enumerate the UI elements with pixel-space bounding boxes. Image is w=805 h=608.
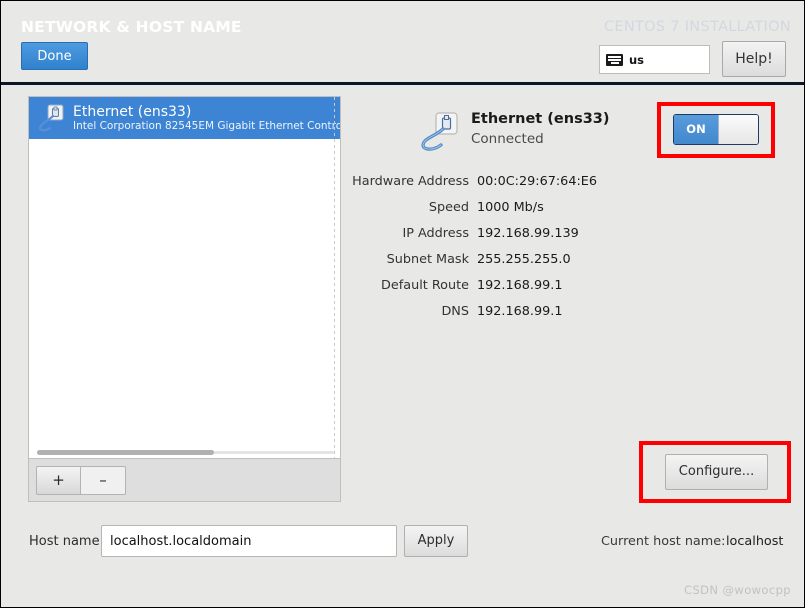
device-list[interactable]: Ethernet (ens33) Intel Corporation 82545… [28, 96, 341, 459]
network-power-toggle[interactable]: ON [673, 114, 759, 145]
detail-label: Subnet Mask [386, 252, 469, 267]
detail-value: 1000 Mb/s [477, 200, 544, 215]
detail-label: Speed [428, 200, 469, 215]
ethernet-icon [419, 111, 463, 155]
detail-row-dns: DNS 192.168.99.1 [351, 304, 651, 330]
detail-label: DNS [441, 304, 469, 319]
toggle-knob[interactable] [718, 115, 758, 144]
detail-label: IP Address [402, 226, 469, 241]
detail-row-speed: Speed 1000 Mb/s [351, 200, 651, 226]
detail-row-subnet-mask: Subnet Mask 255.255.255.0 [351, 252, 651, 278]
list-item-text: Ethernet (ens33) Intel Corporation 82545… [73, 104, 340, 133]
list-item[interactable]: Ethernet (ens33) Intel Corporation 82545… [29, 97, 340, 139]
current-hostname-value: localhost [726, 534, 784, 549]
keyboard-layout-indicator[interactable]: us [599, 45, 710, 74]
keyboard-layout-label: us [629, 52, 645, 67]
done-button[interactable]: Done [21, 42, 88, 70]
detail-value: 192.168.99.1 [477, 278, 563, 293]
detail-value: 192.168.99.139 [477, 226, 579, 241]
detail-row-default-route: Default Route 192.168.99.1 [351, 278, 651, 304]
apply-button[interactable]: Apply [404, 525, 468, 557]
help-button[interactable]: Help! [722, 41, 786, 77]
device-list-toolbar: + – [28, 459, 341, 502]
detail-label: Hardware Address [352, 174, 469, 189]
detail-row-hardware-address: Hardware Address 00:0C:29:67:64:E6 [351, 174, 651, 200]
detail-value: 255.255.255.0 [477, 252, 571, 267]
add-device-button[interactable]: + [36, 466, 81, 495]
device-description: Intel Corporation 82545EM Gigabit Ethern… [73, 119, 340, 132]
toggle-state-label: ON [674, 115, 718, 144]
detail-device-title: Ethernet (ens33) [471, 111, 610, 127]
header-bar: NETWORK & HOST NAME Done CENTOS 7 INSTAL… [1, 1, 804, 85]
detail-value: 192.168.99.1 [477, 304, 563, 319]
watermark: CSDN @wowocpp [684, 583, 791, 597]
hostname-label: Host name: [29, 534, 104, 549]
detail-label: Default Route [381, 278, 469, 293]
device-name: Ethernet (ens33) [73, 103, 192, 120]
detail-row-ip-address: IP Address 192.168.99.139 [351, 226, 651, 252]
page-title: NETWORK & HOST NAME [21, 18, 242, 36]
configure-button[interactable]: Configure... [665, 454, 768, 490]
installer-window: NETWORK & HOST NAME Done CENTOS 7 INSTAL… [0, 0, 805, 608]
device-detail-table: Hardware Address 00:0C:29:67:64:E6 Speed… [351, 174, 651, 330]
list-divider-line [334, 97, 335, 458]
ethernet-icon [37, 103, 67, 133]
detail-value: 00:0C:29:67:64:E6 [477, 174, 597, 189]
hostname-input[interactable] [101, 525, 397, 557]
scrollbar-thumb[interactable] [37, 450, 214, 455]
remove-device-button[interactable]: – [81, 466, 126, 495]
horizontal-scrollbar[interactable] [37, 450, 334, 455]
keyboard-icon [606, 53, 623, 66]
installation-label: CENTOS 7 INSTALLATION [603, 19, 791, 35]
detail-connection-status: Connected [471, 131, 544, 147]
current-hostname-label: Current host name: [601, 534, 726, 549]
